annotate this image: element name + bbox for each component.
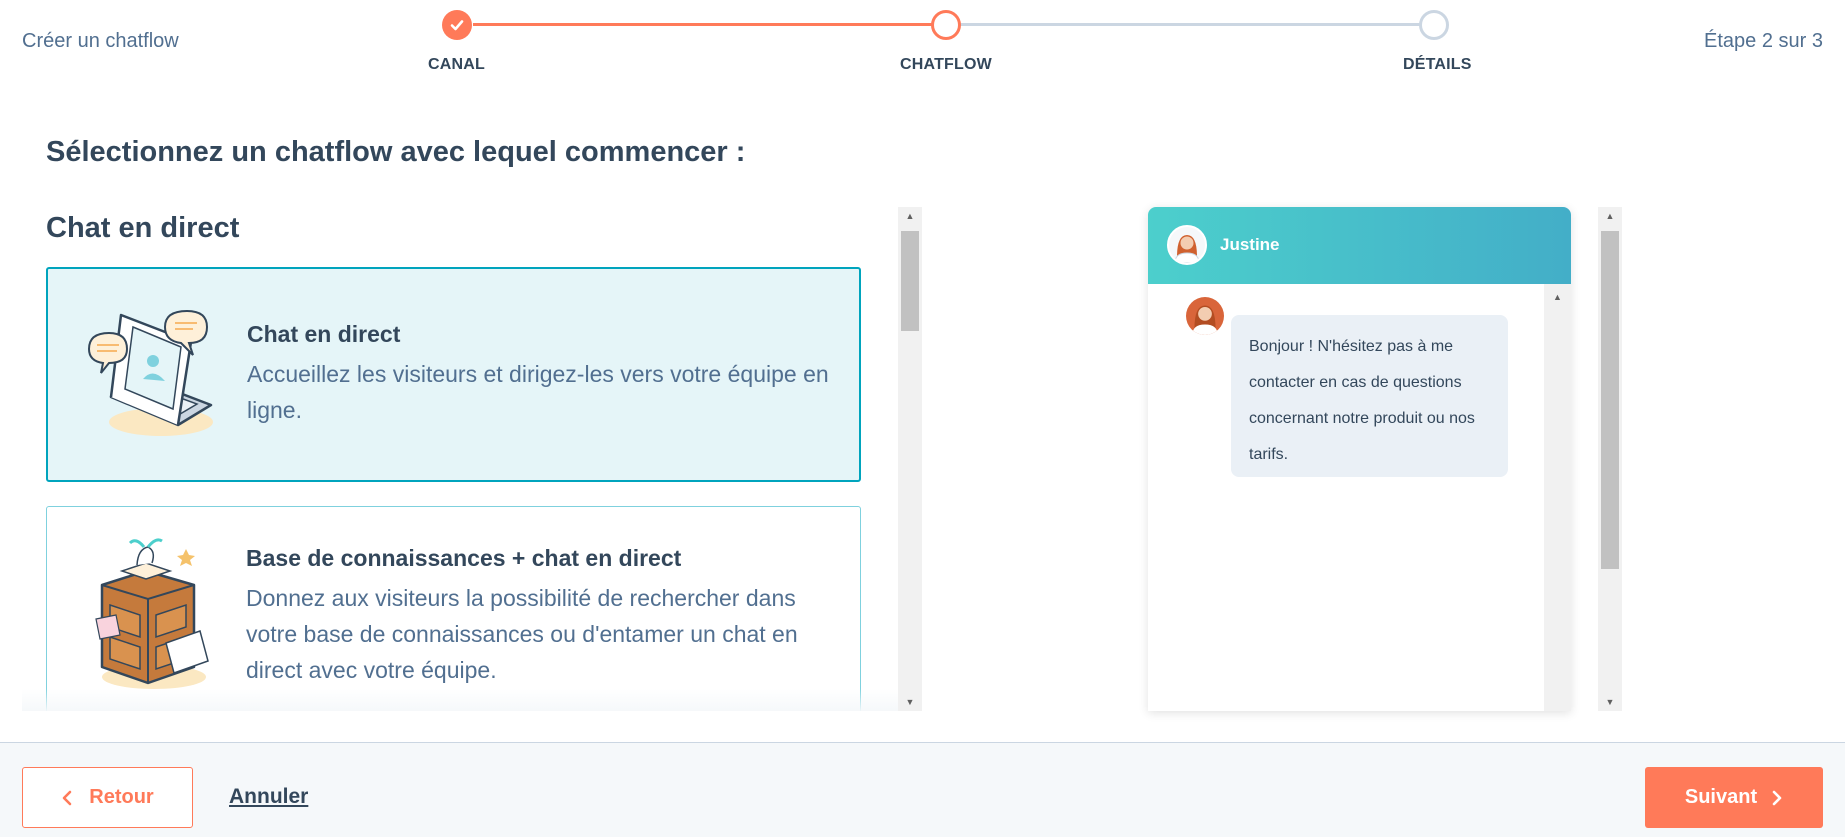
agent-avatar-icon	[1169, 227, 1205, 263]
next-button[interactable]: Suivant	[1645, 767, 1823, 828]
step-line-pending	[946, 23, 1434, 26]
list-scrollbar[interactable]: ▲ ▼	[898, 207, 922, 711]
filing-cabinet-icon	[95, 538, 209, 689]
chat-preview: Justine Bonjour ! N'hésitez pas à me con…	[1148, 207, 1571, 711]
stepper: CANAL CHATFLOW DÉTAILS	[0, 0, 1845, 90]
scroll-up-arrow-icon[interactable]: ▲	[898, 207, 922, 225]
check-icon	[450, 20, 464, 31]
back-button-label: Retour	[89, 786, 154, 808]
step-details-label: DÉTAILS	[1403, 56, 1472, 73]
scroll-up-arrow-icon[interactable]: ▲	[1544, 292, 1571, 302]
list-fade	[22, 689, 922, 711]
section-title: Chat en direct	[46, 212, 240, 244]
card-description: Accueillez les visiteurs et dirigez-les …	[247, 361, 829, 423]
step-canal-label[interactable]: CANAL	[428, 56, 485, 74]
wizard-footer: Retour Annuler Suivant	[0, 742, 1845, 837]
avatar	[1186, 297, 1224, 335]
avatar	[1167, 225, 1207, 265]
scroll-up-arrow-icon[interactable]: ▲	[1598, 207, 1622, 225]
wizard-header: Créer un chatflow CANAL CHATFLOW DÉTAILS…	[0, 0, 1845, 100]
chevron-left-icon	[62, 790, 72, 805]
chat-message-bubble: Bonjour ! N'hésitez pas à me contacter e…	[1231, 315, 1508, 477]
step-line-completed	[473, 23, 946, 26]
cancel-button[interactable]: Annuler	[229, 785, 308, 809]
chatflow-list: Chat en direct Chat en direct Accueillez…	[22, 207, 922, 711]
card-title: Base de connaissances + chat en direct	[246, 545, 682, 571]
step-chatflow-dot	[931, 10, 961, 40]
page-title: Sélectionnez un chatflow avec lequel com…	[46, 136, 746, 168]
scroll-down-arrow-icon[interactable]: ▼	[1598, 693, 1622, 711]
chatflow-card-live-chat[interactable]: Chat en direct Accueillez les visiteurs …	[46, 267, 861, 482]
card-title: Chat en direct	[247, 321, 401, 347]
step-chatflow-label: CHATFLOW	[900, 56, 992, 73]
chat-preview-header: Justine	[1148, 207, 1571, 284]
step-count: Étape 2 sur 3	[1704, 30, 1823, 52]
chatflow-card-knowledge-base[interactable]: Base de connaissances + chat en direct D…	[46, 506, 861, 711]
chevron-right-icon	[1772, 790, 1782, 805]
chat-preview-scrollbar[interactable]: ▲	[1544, 284, 1571, 711]
back-button[interactable]: Retour	[22, 767, 193, 828]
agent-name: Justine	[1220, 235, 1280, 254]
laptop-chat-icon	[87, 309, 213, 436]
preview-scrollbar[interactable]: ▲ ▼	[1598, 207, 1622, 711]
agent-avatar-icon	[1186, 297, 1224, 335]
scrollbar-thumb[interactable]	[1601, 231, 1619, 569]
step-canal-dot[interactable]	[442, 10, 472, 40]
card-description: Donnez aux visiteurs la possibilité de r…	[246, 585, 798, 683]
scroll-down-arrow-icon[interactable]: ▼	[898, 693, 922, 711]
step-details-dot	[1419, 10, 1449, 40]
scrollbar-thumb[interactable]	[901, 231, 919, 331]
next-button-label: Suivant	[1684, 786, 1758, 808]
